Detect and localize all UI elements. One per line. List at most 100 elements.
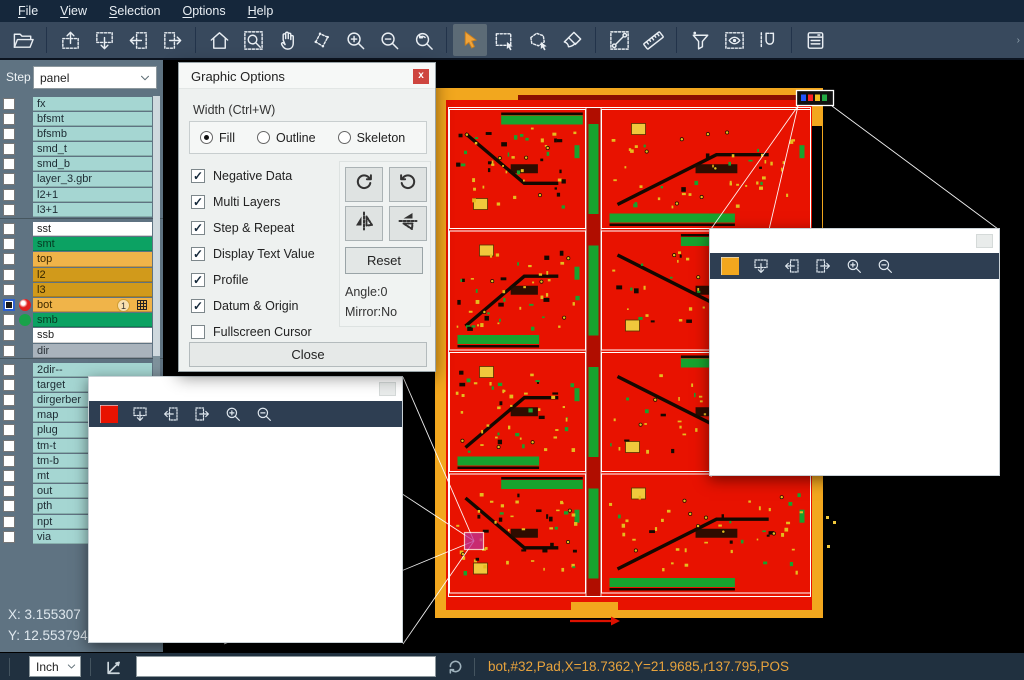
refresh-icon[interactable] <box>446 657 465 676</box>
pan-up-button[interactable] <box>721 257 739 275</box>
preview-title-bar[interactable] <box>89 377 402 401</box>
layer-checkbox[interactable] <box>3 516 15 528</box>
layer-row-layer_3.gbr[interactable]: layer_3.gbr <box>0 172 163 187</box>
layer-checkbox[interactable] <box>3 238 15 250</box>
zoom-out-button[interactable] <box>876 257 894 275</box>
layer-checkbox[interactable] <box>3 485 15 497</box>
layer-checkbox[interactable] <box>3 329 15 341</box>
zoom-out-button[interactable] <box>255 405 273 423</box>
layer-row-l3[interactable]: l3 <box>0 282 163 297</box>
layer-checkbox[interactable] <box>3 189 15 201</box>
layer-row-smt[interactable]: smt <box>0 237 163 252</box>
layer-row-bfsmt[interactable]: bfsmt <box>0 111 163 126</box>
radio-skeleton[interactable]: Skeleton <box>338 131 406 145</box>
layer-checkbox[interactable] <box>3 455 15 467</box>
layer-label[interactable]: 2dir-- <box>33 363 152 377</box>
layer-checkbox[interactable] <box>3 299 15 311</box>
layer-row-l2[interactable]: l2 <box>0 267 163 282</box>
layer-checkbox[interactable] <box>3 314 15 326</box>
command-input[interactable] <box>136 656 436 677</box>
rect-select-button[interactable] <box>487 24 521 56</box>
layer-label[interactable]: smd_t <box>33 142 152 156</box>
zoom-in-button[interactable] <box>338 24 372 56</box>
pan-down-button[interactable] <box>87 24 121 56</box>
pan-right-button[interactable] <box>155 24 189 56</box>
close-icon[interactable]: x <box>413 69 429 84</box>
minimize-button[interactable] <box>976 234 993 248</box>
checkbox-box[interactable]: ✓ <box>191 299 205 313</box>
ruler-button[interactable] <box>636 24 670 56</box>
zoom-out-button[interactable] <box>372 24 406 56</box>
menu-item-help[interactable]: Help <box>238 2 284 20</box>
radio-circle[interactable] <box>338 131 351 144</box>
layer-label[interactable]: layer_3.gbr <box>33 172 152 186</box>
layer-checkbox[interactable] <box>3 345 15 357</box>
radio-outline[interactable]: Outline <box>257 131 316 145</box>
layer-label[interactable]: smd_b <box>33 157 152 171</box>
layer-label[interactable]: top <box>33 252 152 266</box>
layer-checkbox[interactable] <box>3 284 15 296</box>
unit-select[interactable]: Inch <box>29 656 81 677</box>
checkbox-box[interactable]: ✓ <box>191 195 205 209</box>
chevron-down-icon[interactable] <box>63 658 79 675</box>
preview-content[interactable] <box>710 279 999 475</box>
pan-down-button[interactable] <box>131 405 149 423</box>
menu-item-file[interactable]: File <box>8 2 48 20</box>
checkbox-box[interactable]: ✓ <box>191 221 205 235</box>
layer-label[interactable]: ssb <box>33 328 152 342</box>
layer-checkbox[interactable] <box>3 113 15 125</box>
home-button[interactable] <box>202 24 236 56</box>
layer-checkbox[interactable] <box>3 98 15 110</box>
step-select[interactable]: panel <box>33 66 157 89</box>
layer-checkbox[interactable] <box>3 364 15 376</box>
checkbox-multi-layers[interactable]: ✓Multi Layers <box>191 189 341 215</box>
pan-left-button[interactable] <box>121 24 155 56</box>
pan-right-button[interactable] <box>814 257 832 275</box>
layer-label[interactable]: l2+1 <box>33 188 152 202</box>
zoom-in-button[interactable] <box>224 405 242 423</box>
layer-row-top[interactable]: top <box>0 252 163 267</box>
preview-title-bar[interactable] <box>710 229 999 253</box>
layer-checkbox[interactable] <box>3 440 15 452</box>
grid-icon[interactable] <box>136 299 148 311</box>
layer-label[interactable]: fx <box>33 97 152 111</box>
checkbox-box[interactable]: ✓ <box>191 273 205 287</box>
radio-fill[interactable]: Fill <box>200 131 235 145</box>
layer-checkbox[interactable] <box>3 394 15 406</box>
layer-label[interactable]: dir <box>33 344 152 358</box>
checkbox-datum-origin[interactable]: ✓Datum & Origin <box>191 293 341 319</box>
layer-row-bfsmb[interactable]: bfsmb <box>0 126 163 141</box>
layers-panel-button[interactable] <box>798 24 832 56</box>
layer-checkbox[interactable] <box>3 409 15 421</box>
layer-checkbox[interactable] <box>3 223 15 235</box>
checkbox-negative-data[interactable]: ✓Negative Data <box>191 163 341 189</box>
layer-checkbox[interactable] <box>3 269 15 281</box>
dialog-title[interactable]: Graphic Options <box>179 63 435 89</box>
layer-label[interactable]: l2 <box>33 268 152 282</box>
layer-row-ssb[interactable]: ssb <box>0 328 163 343</box>
layer-checkbox[interactable] <box>3 128 15 140</box>
layer-label[interactable]: bfsmb <box>33 127 152 141</box>
filter-button[interactable] <box>683 24 717 56</box>
layer-row-fx[interactable]: fx <box>0 96 163 111</box>
select-cursor-button[interactable] <box>453 24 487 56</box>
layer-row-smd_t[interactable]: smd_t <box>0 142 163 157</box>
scrollbar-thumb[interactable] <box>153 96 160 356</box>
checkbox-profile[interactable]: ✓Profile <box>191 267 341 293</box>
layer-row-l2+1[interactable]: l2+1 <box>0 187 163 202</box>
layer-label[interactable]: smt <box>33 237 152 251</box>
zoom-previous-button[interactable] <box>406 24 440 56</box>
layer-row-smd_b[interactable]: smd_b <box>0 157 163 172</box>
menu-item-selection[interactable]: Selection <box>99 2 170 20</box>
layer-row-sst[interactable]: sst <box>0 222 163 237</box>
minimize-button[interactable] <box>379 382 396 396</box>
layer-label[interactable]: smb <box>33 313 152 327</box>
layer-label[interactable]: l3+1 <box>33 203 152 217</box>
clean-brush-button[interactable] <box>555 24 589 56</box>
layer-checkbox[interactable] <box>3 204 15 216</box>
preview-content[interactable] <box>89 427 402 642</box>
zoom-window-button[interactable] <box>236 24 270 56</box>
layer-checkbox[interactable] <box>3 470 15 482</box>
measure-distance-button[interactable] <box>602 24 636 56</box>
pan-hand-button[interactable] <box>270 24 304 56</box>
